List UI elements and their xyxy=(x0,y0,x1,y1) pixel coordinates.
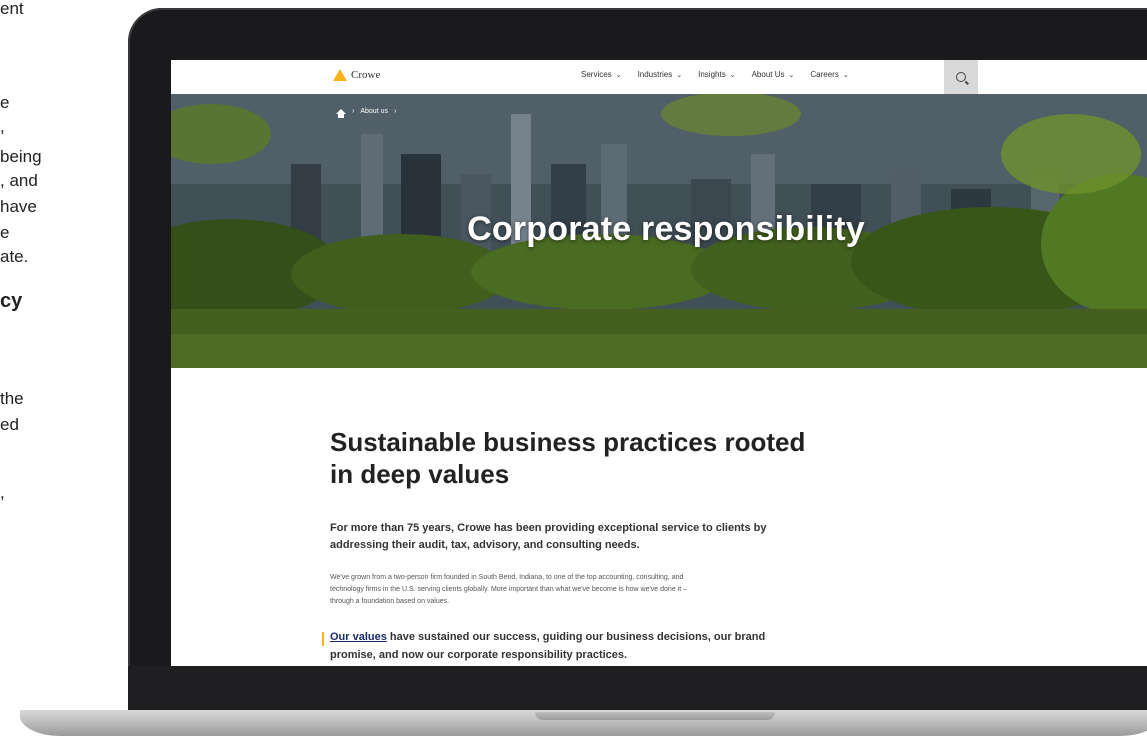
search-button[interactable] xyxy=(944,60,978,94)
body-line: through a foundation based on values. xyxy=(330,598,450,605)
chevron-right-icon: › xyxy=(393,108,397,115)
values-paragraph: Our values have sustained our success, g… xyxy=(330,628,870,664)
article-text-fragment: , and xyxy=(0,171,38,190)
article-text-fragment: e xyxy=(0,223,10,242)
heading-line: Sustainable business practices rooted xyxy=(330,427,806,457)
quote-accent-bar xyxy=(322,632,324,646)
body-paragraph: We've grown from a two-person firm found… xyxy=(330,572,870,608)
search-icon xyxy=(956,72,966,82)
laptop-bottom-bezel xyxy=(128,666,1147,710)
chevron-right-icon: › xyxy=(352,108,355,115)
nav-item-about-us[interactable]: About Us ⌄ xyxy=(752,70,795,79)
nav-item-label: Services xyxy=(581,70,612,79)
nav-item-label: Industries xyxy=(637,70,673,79)
heading-line: in deep values xyxy=(330,459,510,489)
crowe-logo[interactable]: Crowe xyxy=(333,69,380,81)
logo-mark-icon xyxy=(333,69,347,81)
chevron-down-icon: ⌄ xyxy=(729,71,736,79)
nav-item-industries[interactable]: Industries ⌄ xyxy=(638,70,683,79)
chevron-down-icon: ⌄ xyxy=(788,71,795,79)
page-title: Corporate responsibility xyxy=(467,210,865,248)
article-text-fragment: , xyxy=(0,483,5,502)
body-line: We've grown from a two-person firm found… xyxy=(330,574,684,581)
chevron-down-icon: ⌄ xyxy=(842,71,849,79)
home-icon[interactable] xyxy=(336,109,346,118)
nav-item-label: About Us xyxy=(751,70,785,79)
main-nav: Services ⌄ Industries ⌄ Insights ⌄ About… xyxy=(581,70,849,79)
logo-text: Crowe xyxy=(351,69,381,81)
nav-item-insights[interactable]: Insights ⌄ xyxy=(698,70,735,79)
hero-banner: › About us › Corporate responsibility xyxy=(171,94,1147,368)
chevron-down-icon: ⌄ xyxy=(676,71,683,79)
article-heading-fragment: cy xyxy=(0,290,23,312)
article-text-fragment: ed xyxy=(0,415,19,434)
nav-item-label: Careers xyxy=(810,70,839,79)
lead-line: addressing their audit, tax, advisory, a… xyxy=(330,539,640,551)
article-text-fragment: e xyxy=(0,93,10,112)
breadcrumb-item-about-us[interactable]: About us xyxy=(360,108,388,115)
site-header: Crowe Services ⌄ Industries ⌄ Insights ⌄… xyxy=(171,60,1147,95)
section-heading: Sustainable business practices rooted in… xyxy=(330,426,890,490)
our-values-link[interactable]: Our values xyxy=(330,631,387,643)
article-text-fragment: , xyxy=(0,117,5,136)
nav-item-label: Insights xyxy=(698,70,726,79)
values-text: promise, and now our corporate responsib… xyxy=(330,649,628,661)
values-text: have sustained our success, guiding our … xyxy=(386,631,766,643)
lead-paragraph: For more than 75 years, Crowe has been p… xyxy=(330,520,870,554)
nav-item-services[interactable]: Services ⌄ xyxy=(581,70,622,79)
laptop-screen: Crowe Services ⌄ Industries ⌄ Insights ⌄… xyxy=(171,60,1147,666)
article-text-fragment: ate. xyxy=(0,247,29,266)
nav-item-careers[interactable]: Careers ⌄ xyxy=(810,70,848,79)
article-text-fragment: being xyxy=(0,147,42,166)
article-text-fragment: ent xyxy=(0,0,24,18)
body-line: technology firms in the U.S. serving cli… xyxy=(330,586,687,593)
article-text-fragment: the xyxy=(0,389,24,408)
chevron-down-icon: ⌄ xyxy=(615,71,622,79)
breadcrumb: › About us › xyxy=(336,108,397,118)
article-text-fragment: have xyxy=(0,197,37,216)
lead-line: For more than 75 years, Crowe has been p… xyxy=(330,522,767,534)
laptop-notch xyxy=(535,712,775,720)
